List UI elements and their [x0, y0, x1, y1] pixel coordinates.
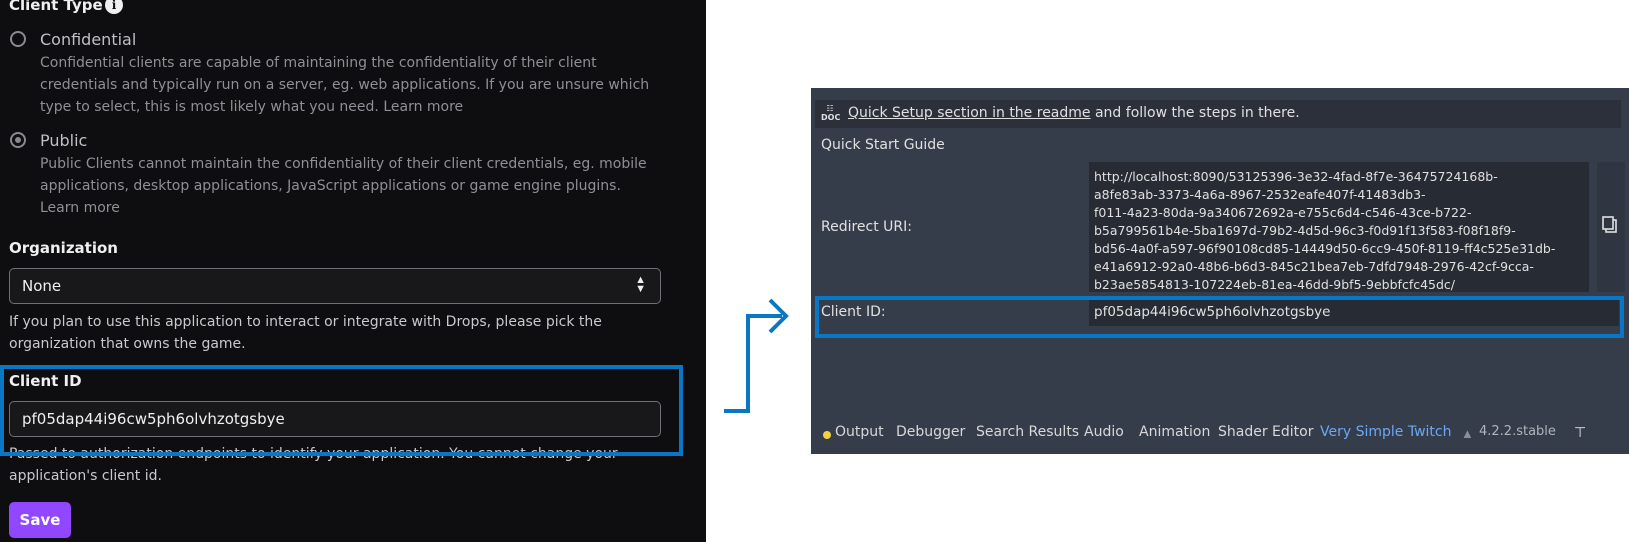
twitch-app-form: Client Type i Confidential Confidential …: [0, 0, 706, 542]
info-icon[interactable]: i: [105, 0, 123, 14]
redirect-uri-field[interactable]: http://localhost:8090/53125396-3e32-4fad…: [1089, 162, 1589, 292]
help-line: If you plan to use this application to i…: [9, 314, 602, 330]
uri-line: bd56-4a0f-a597-96f90108cd85-14449d50-6cc…: [1094, 241, 1556, 256]
readme-text: Quick Setup section in the readme and fo…: [848, 105, 1300, 121]
readme-text-rest: and follow the steps in there.: [1090, 105, 1300, 121]
copy-icon: [1602, 216, 1617, 233]
doc-icon: ☷ DOC: [821, 104, 841, 122]
doc-icon-label: DOC: [821, 113, 841, 122]
copy-button[interactable]: [1597, 162, 1625, 292]
help-line: application's client id.: [9, 468, 162, 484]
uri-line: b23ae5854813-107224eb-81ea-46dd-9bf5-9eb…: [1094, 277, 1456, 292]
uri-line: e41a6912-92a0-48b6-b6d3-845c21bea7eb-7df…: [1094, 259, 1534, 274]
readme-banner: ☷ DOC Quick Setup section in the readme a…: [815, 100, 1621, 128]
desc-line: credentials and typically run on a serve…: [40, 77, 650, 93]
tab-animation[interactable]: Animation: [1139, 424, 1210, 440]
update-spinner-icon: ▲: [1461, 426, 1474, 441]
arrow-icon: [724, 298, 789, 413]
output-status-dot-icon: [823, 431, 831, 439]
tab-debugger[interactable]: Debugger: [896, 424, 965, 440]
uri-line: b5a799561b4e-5ba1697d-79b2-4d5d-96c3-f0d…: [1094, 223, 1516, 238]
help-line: organization that owns the game.: [9, 336, 246, 352]
desc-line: Public Clients cannot maintain the confi…: [40, 156, 647, 172]
organization-select-value: None: [22, 277, 62, 295]
tab-very-simple-twitch[interactable]: Very Simple Twitch: [1320, 424, 1451, 440]
public-description: Public Clients cannot maintain the confi…: [40, 153, 647, 219]
save-button[interactable]: Save: [9, 502, 71, 538]
panel-expand-icon[interactable]: ⊤: [1574, 424, 1586, 441]
uri-line: a8fe83ab-3373-4a6a-8967-2532eafe407f-414…: [1094, 187, 1426, 202]
organization-help: If you plan to use this application to i…: [9, 311, 602, 355]
client-id-highlight-left: [0, 365, 683, 456]
redirect-uri-label: Redirect URI:: [821, 219, 913, 235]
confidential-label[interactable]: Confidential: [40, 30, 136, 49]
bottom-dock-tabs: Output Debugger Search Results Audio Ani…: [811, 418, 1629, 448]
desc-line: Learn more: [40, 200, 120, 216]
tab-audio[interactable]: Audio: [1084, 424, 1124, 440]
public-radio[interactable]: [10, 132, 26, 148]
desc-line: Confidential clients are capable of main…: [40, 55, 597, 71]
confidential-description: Confidential clients are capable of main…: [40, 52, 649, 118]
uri-line: http://localhost:8090/53125396-3e32-4fad…: [1094, 169, 1498, 184]
readme-link[interactable]: Quick Setup section in the readme: [848, 105, 1091, 121]
tab-shader-editor[interactable]: Shader Editor: [1218, 424, 1313, 440]
organization-title: Organization: [9, 239, 118, 257]
version-label: 4.2.2.stable: [1479, 424, 1556, 439]
client-id-highlight-right: [815, 296, 1624, 338]
desc-line: type to select, this is most likely what…: [40, 99, 464, 115]
tab-output[interactable]: Output: [835, 424, 884, 440]
client-type-title: Client Type: [9, 0, 103, 14]
organization-select[interactable]: None ▲ ▼: [9, 268, 661, 304]
uri-line: f011-4a23-80da-9a340672692a-e755c6d4-c54…: [1094, 205, 1472, 220]
public-label[interactable]: Public: [40, 131, 87, 150]
godot-plugin-panel: ☷ DOC Quick Setup section in the readme a…: [811, 88, 1629, 454]
redirect-uri-value: http://localhost:8090/53125396-3e32-4fad…: [1094, 168, 1584, 292]
quick-start-guide[interactable]: Quick Start Guide: [821, 137, 945, 153]
select-arrows-icon: ▲ ▼: [635, 274, 646, 295]
confidential-radio[interactable]: [10, 31, 26, 47]
tab-search-results[interactable]: Search Results: [976, 424, 1079, 440]
desc-line: applications, desktop applications, Java…: [40, 178, 621, 194]
